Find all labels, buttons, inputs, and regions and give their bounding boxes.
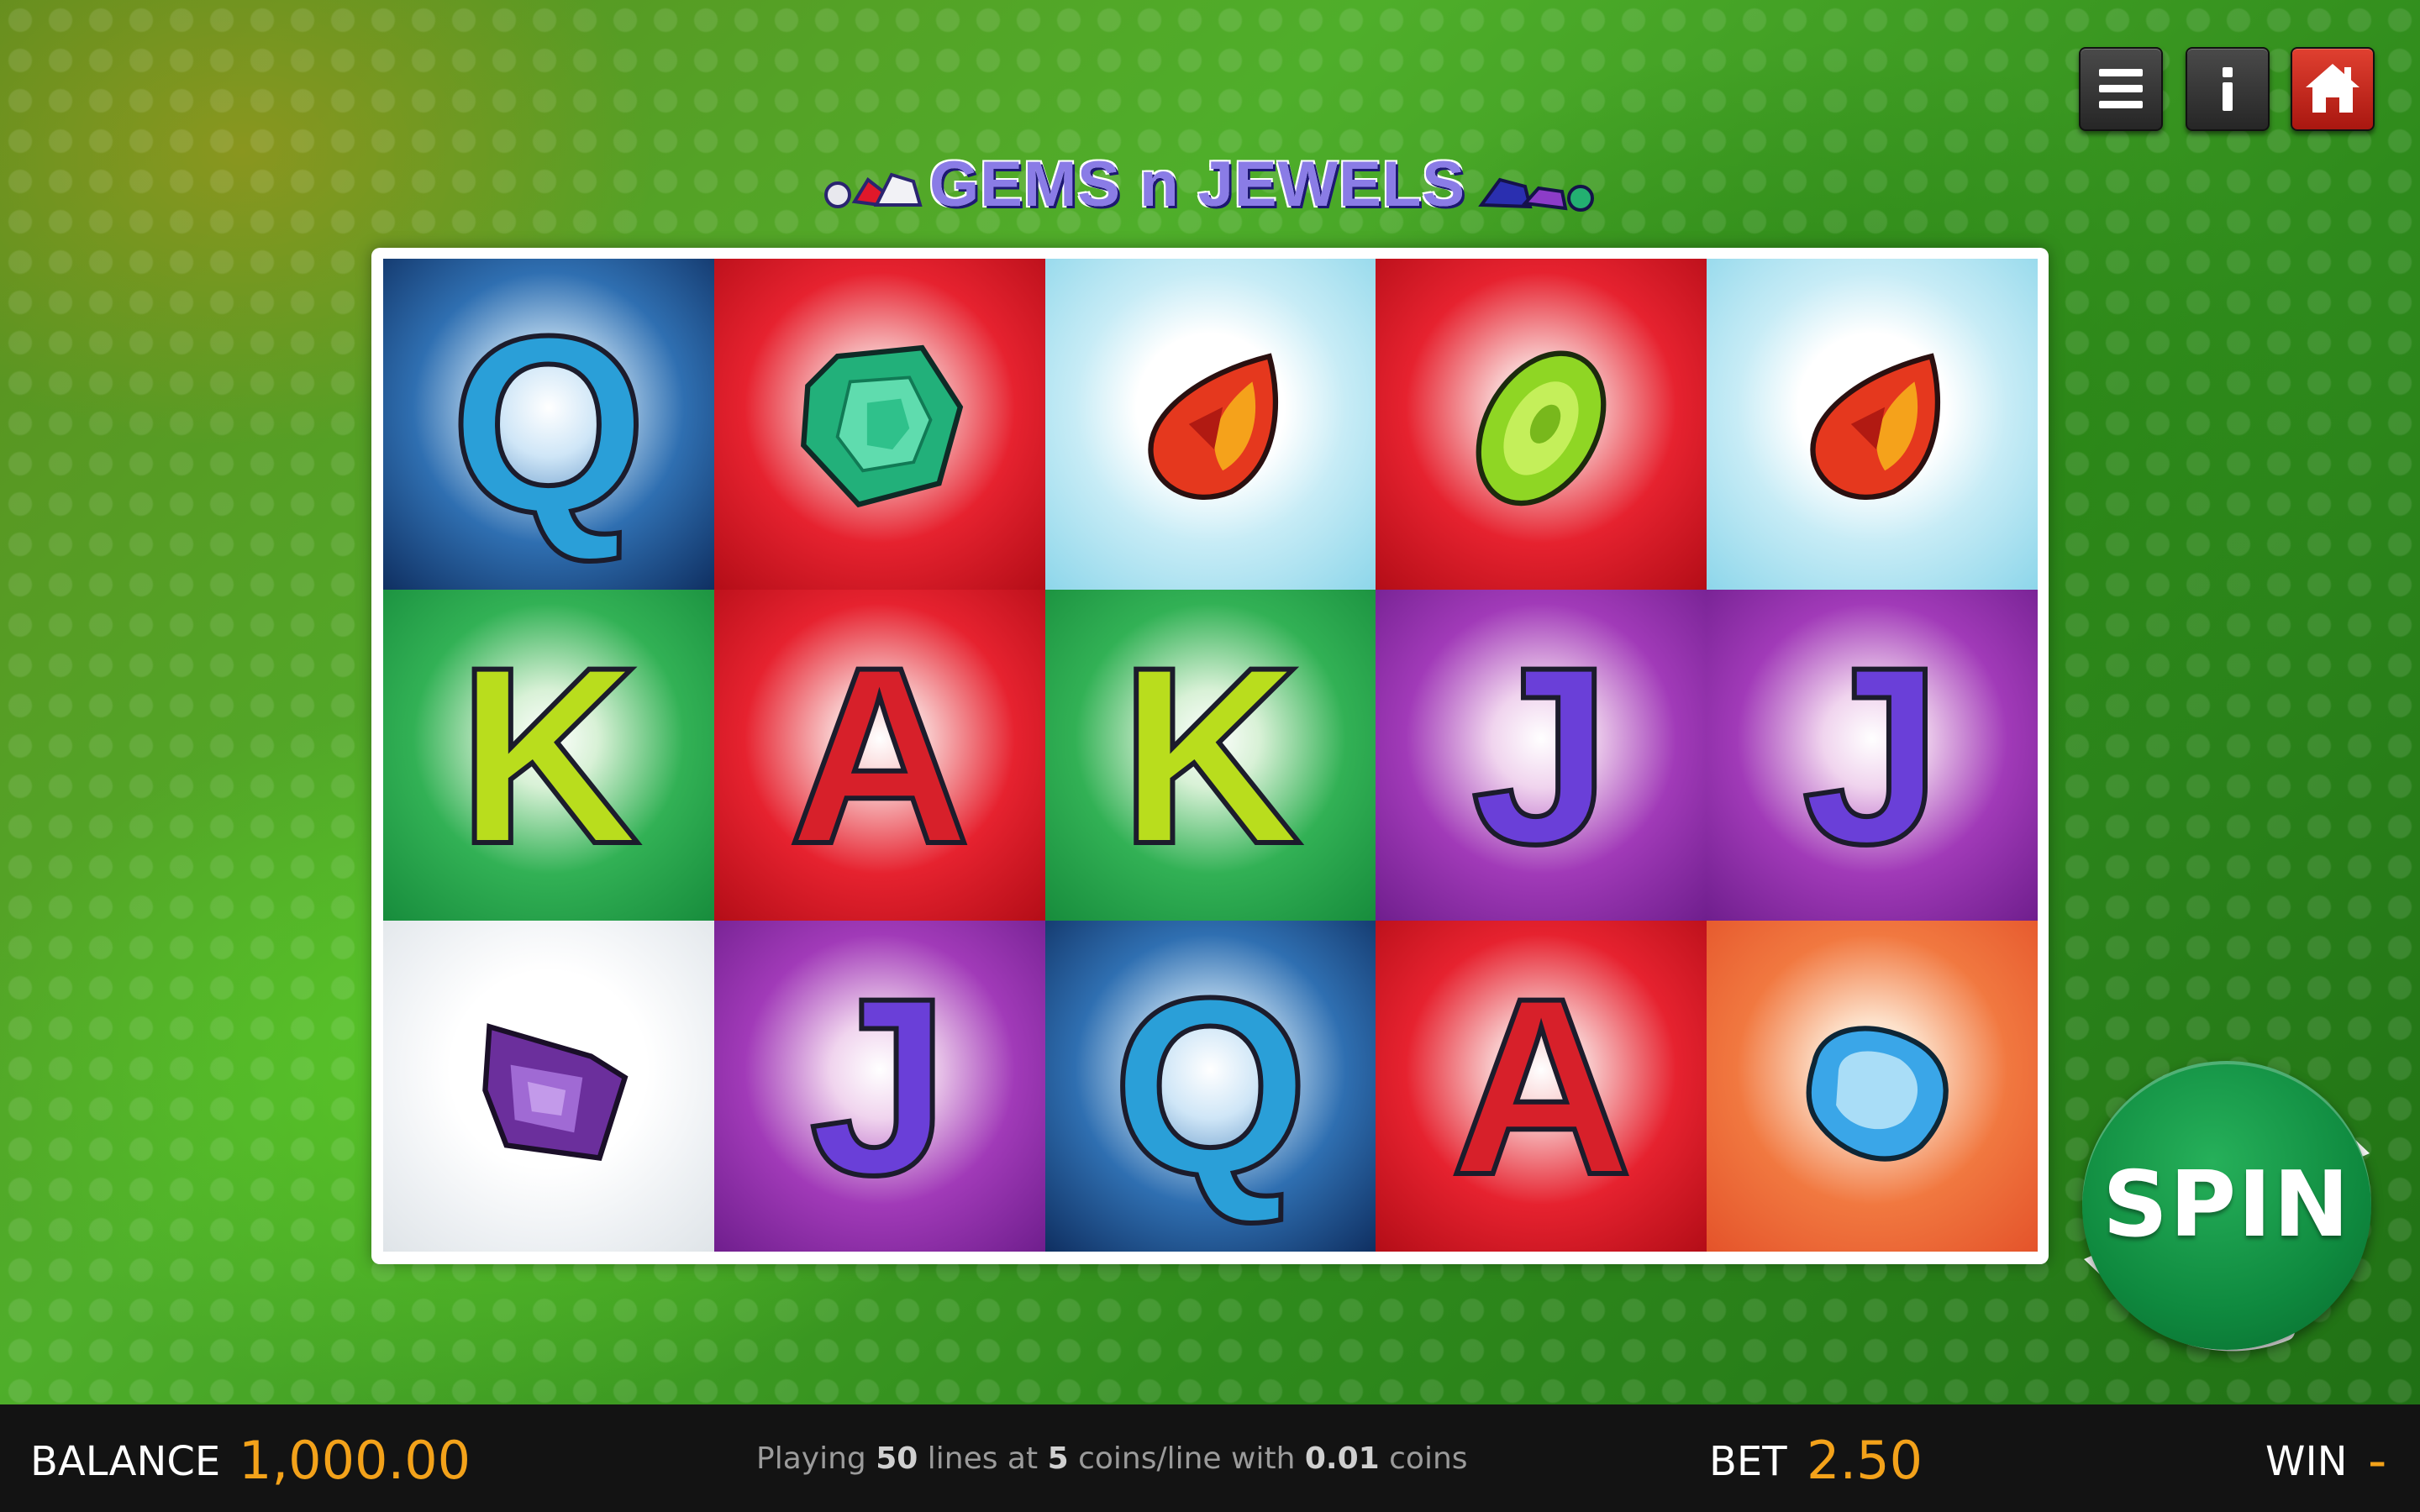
reel-cell [383,921,714,1252]
info-button[interactable] [2186,47,2270,131]
reel-cell: A [713,590,1045,921]
balance-label: BALANCE [30,1438,221,1485]
reel-cell: J [1707,590,2038,921]
balance-value: 1,000.00 [239,1430,471,1491]
symbol-q: Q [1110,945,1311,1227]
reel-grid: QKAKJJJQA [383,259,2038,1252]
emerald-icon [774,305,986,543]
symbol-j: J [1800,614,1945,896]
logo-gems-left-icon [824,172,923,208]
reel-cell [1044,259,1376,590]
home-button[interactable] [2291,47,2375,131]
coins-text: coins/line with [1078,1441,1296,1476]
bet-info-line: Playing 50 lines at 5 coins/line with 0.… [756,1441,1468,1476]
reel-cell: Q [383,259,714,590]
reel-cell: K [1044,590,1376,921]
reel-cell: J [1376,590,1707,921]
symbol-k: K [1117,614,1304,896]
win-value: - [2368,1430,2387,1491]
reel-cell: J [713,921,1045,1252]
reel-cell [1707,921,2038,1252]
reel-cell [1376,259,1707,590]
symbol-k: K [455,614,643,896]
coins-per-line: 5 [1047,1441,1069,1476]
reel-cell: A [1376,921,1707,1252]
bet-value[interactable]: 2.50 [1807,1430,1923,1491]
spin-button[interactable]: SPIN [2075,1054,2378,1357]
symbol-j: J [807,945,952,1227]
symbol-j: J [1469,614,1614,896]
bet-label[interactable]: BET [1709,1438,1787,1485]
reel-cell: K [383,590,714,921]
symbol-a: A [1448,945,1635,1227]
reel-cell [1707,259,2038,590]
status-bar: BALANCE 1,000.00 Playing 50 lines at 5 c… [0,1404,2420,1512]
menu-button[interactable] [2079,47,2163,131]
game-title: GEMS n JEWELS [929,149,1465,220]
coin-value-text: coins [1389,1441,1468,1476]
symbol-q: Q [448,283,649,565]
aquamarine-icon [1766,967,1978,1205]
reel-frame: QKAKJJJQA [371,248,2049,1264]
peridot-icon [1435,305,1647,543]
home-icon [2306,64,2360,113]
win-label: WIN [2265,1438,2348,1485]
lines-count: 50 [876,1441,918,1476]
coin-value: 0.01 [1304,1441,1380,1476]
amethyst-icon [443,967,655,1205]
game-logo: GEMS n JEWELS [802,143,1618,227]
reel-cell [713,259,1045,590]
reel-cell: Q [1044,921,1376,1252]
spin-label[interactable]: SPIN [2075,1054,2378,1357]
ruby-drop-icon [1104,305,1316,543]
symbol-a: A [786,614,973,896]
logo-gems-right-icon [1478,177,1594,212]
playing-prefix: Playing [756,1441,866,1476]
ruby-drop-icon [1766,305,1978,543]
lines-text: lines at [927,1441,1039,1476]
